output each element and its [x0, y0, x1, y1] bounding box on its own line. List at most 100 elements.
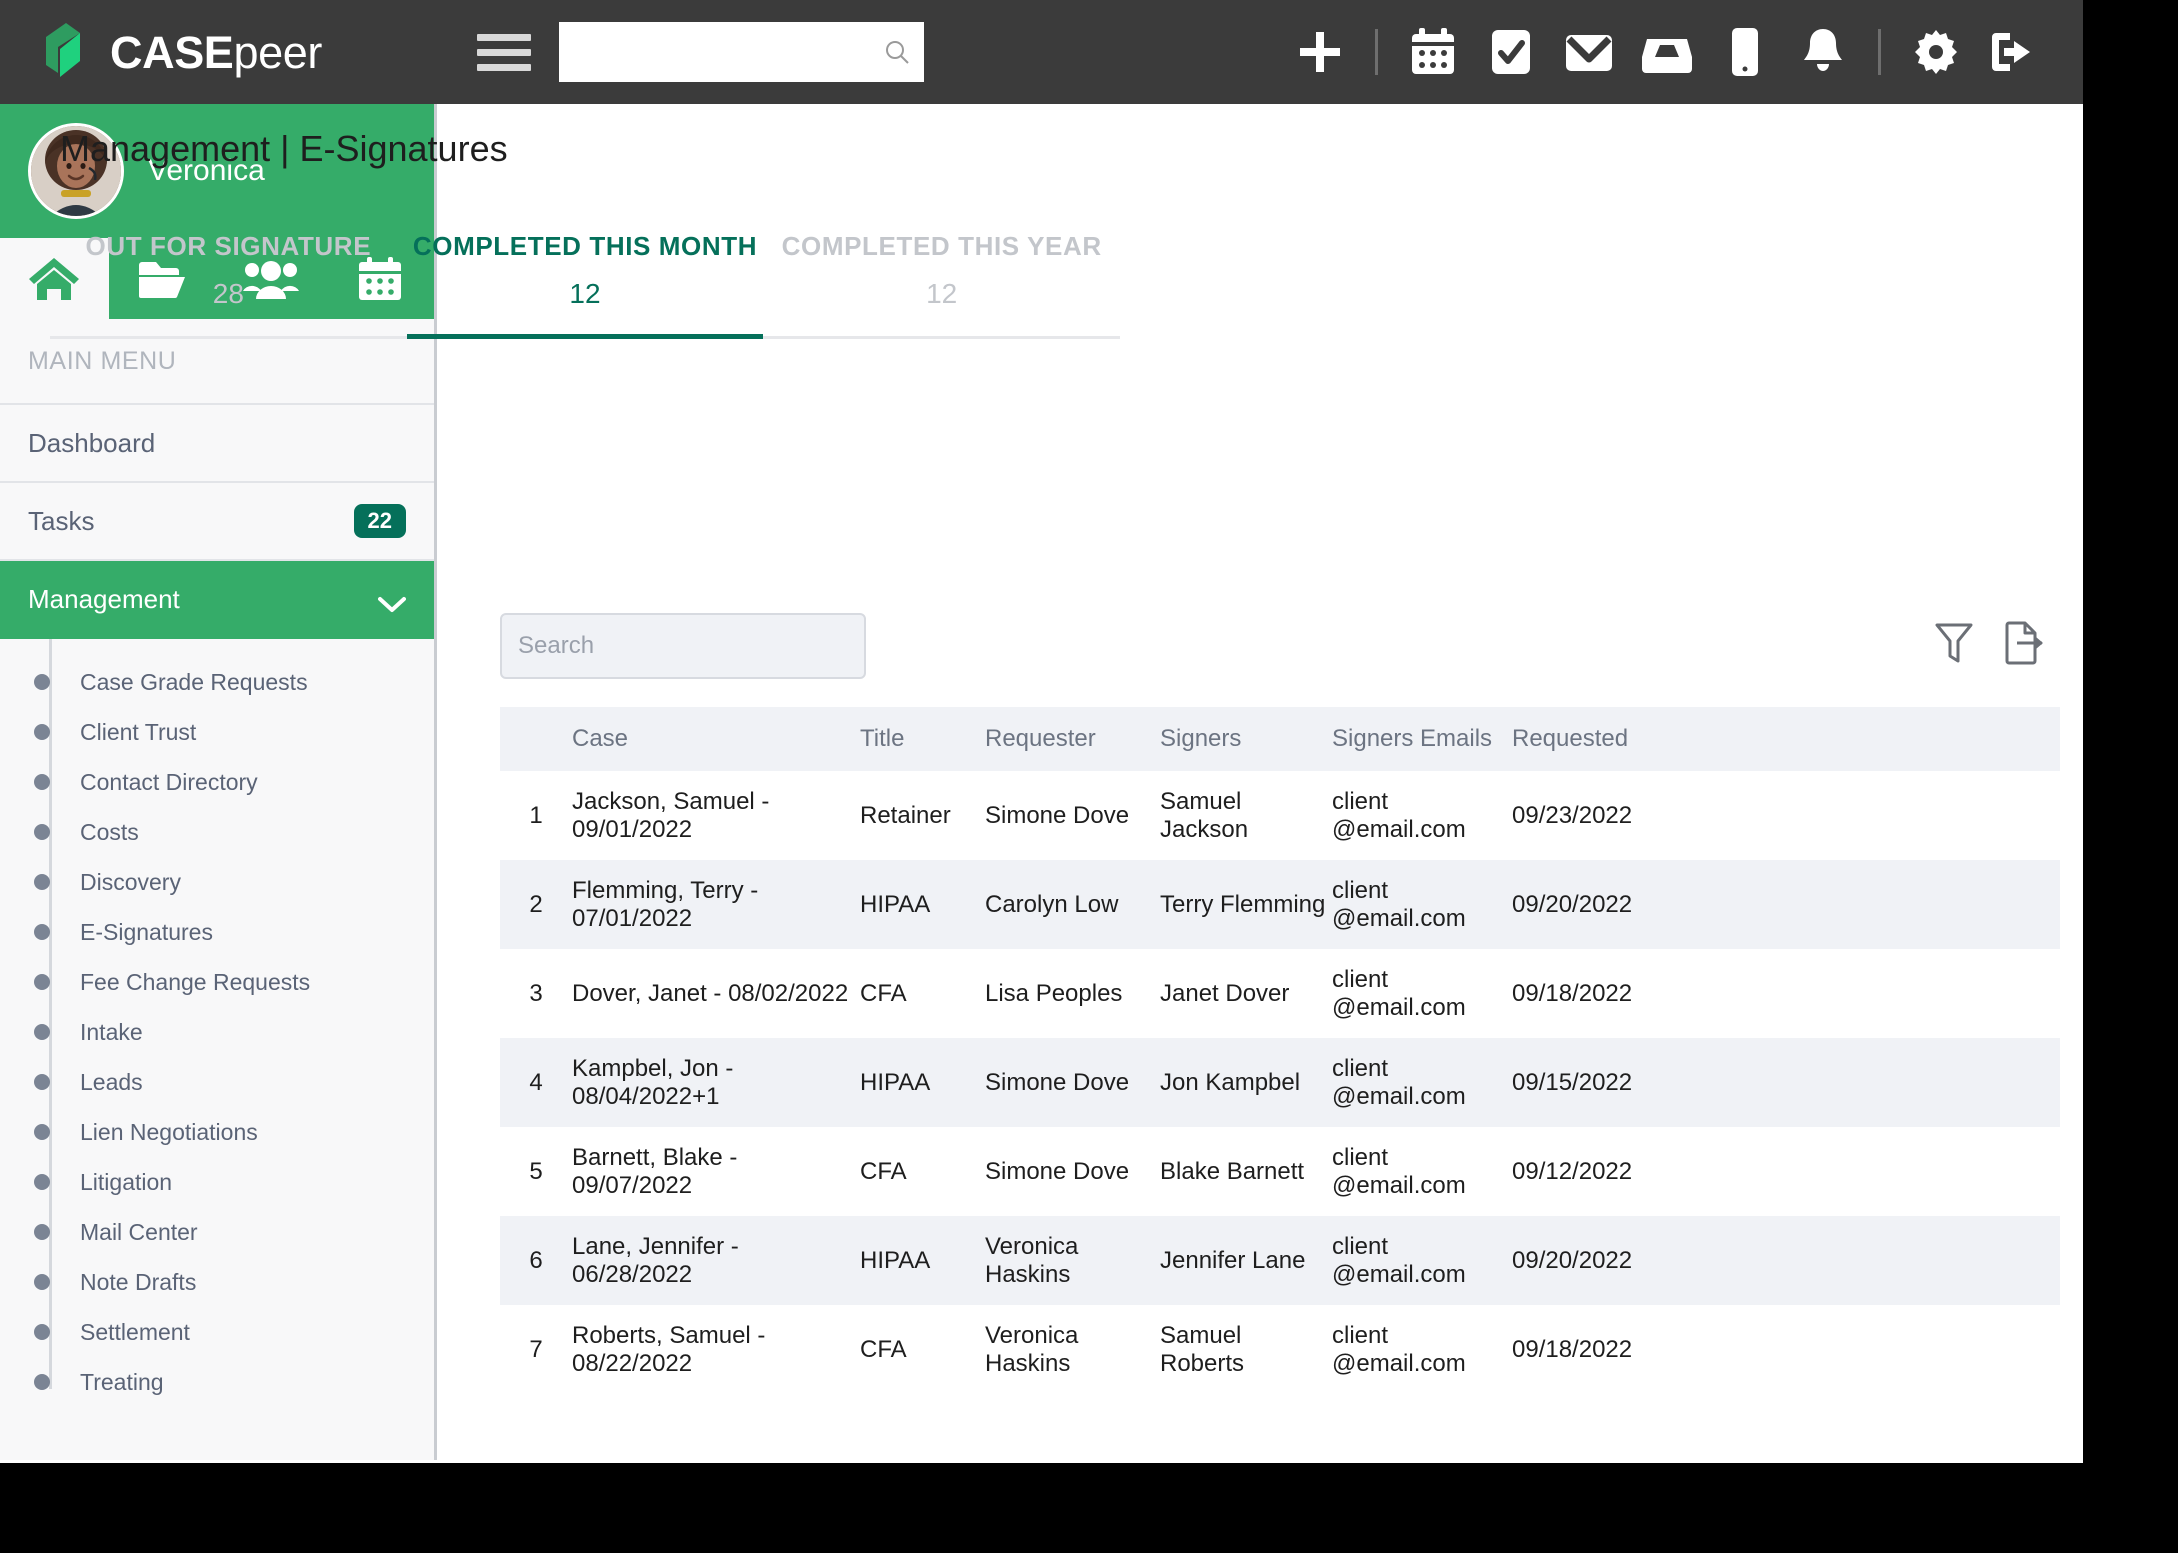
tab-count: 28: [212, 278, 244, 309]
tab-out-for-signature[interactable]: OUT FOR SIGNATURE 28: [50, 215, 407, 336]
global-search[interactable]: [559, 22, 924, 82]
bullet-icon: [34, 1274, 50, 1290]
cell-emails: client @email.com: [1332, 787, 1466, 843]
cell-emails: client @email.com: [1332, 1321, 1466, 1377]
inbox-icon[interactable]: [1628, 13, 1706, 91]
sidebar-subitem-label: Intake: [80, 1018, 143, 1045]
cell-emails: client @email.com: [1332, 965, 1466, 1021]
cell-emails: client @email.com: [1332, 1143, 1466, 1199]
menu-toggle-icon[interactable]: [477, 32, 531, 72]
mail-icon[interactable]: [1550, 13, 1628, 91]
cell-case: Roberts, Samuel - 08/22/2022: [572, 1321, 766, 1377]
sidebar-item-label: Management: [28, 583, 180, 614]
sidebar-subitem-treating[interactable]: Treating: [0, 1357, 434, 1407]
sidebar-subitem-litigation[interactable]: Litigation: [0, 1157, 434, 1207]
settings-icon[interactable]: [1897, 13, 1975, 91]
cell-case: Barnett, Blake - 09/07/2022: [572, 1143, 738, 1199]
cell-requester: Veronica Haskins: [985, 1232, 1079, 1288]
sidebar-subitem-label: Discovery: [80, 868, 181, 895]
hamburger-bar: [477, 33, 531, 41]
bullet-icon: [34, 1374, 50, 1390]
toolbar-icon-group: [1932, 619, 2046, 667]
sidebar-subitem-contact-directory[interactable]: Contact Directory: [0, 757, 434, 807]
column-header-requester: Requester: [985, 725, 1096, 752]
sidebar-subitem-label: Note Drafts: [80, 1268, 197, 1295]
cell-requester: Veronica Haskins: [985, 1321, 1079, 1377]
sidebar-subitem-label: E-Signatures: [80, 918, 213, 945]
table-row[interactable]: 6 Lane, Jennifer - 06/28/2022 HIPAA Vero…: [500, 1216, 2060, 1305]
sidebar-subitem-fee-change-requests[interactable]: Fee Change Requests: [0, 957, 434, 1007]
sidebar-subitem-mail-center[interactable]: Mail Center: [0, 1207, 434, 1257]
sidebar-subitem-leads[interactable]: Leads: [0, 1057, 434, 1107]
cell-signers: Jennifer Lane: [1160, 1246, 1306, 1274]
table-row[interactable]: 3 Dover, Janet - 08/02/2022 CFA Lisa Peo…: [500, 949, 2060, 1038]
cell-case: Flemming, Terry - 07/01/2022: [572, 876, 759, 932]
sidebar-item-management[interactable]: Management: [0, 561, 434, 639]
sidebar-subitem-discovery[interactable]: Discovery: [0, 857, 434, 907]
sidebar-item-tasks[interactable]: Tasks 22: [0, 483, 434, 561]
cell-requested: 09/20/2022: [1512, 890, 1633, 918]
cell-index: 2: [529, 890, 543, 918]
bullet-icon: [34, 1174, 50, 1190]
search-input[interactable]: [502, 615, 864, 677]
brand-logo-area[interactable]: CASEpeer: [0, 0, 437, 104]
bullet-icon: [34, 924, 50, 940]
cell-requester: Carolyn Low: [985, 890, 1119, 918]
sidebar-subitem-label: Lien Negotiations: [80, 1118, 258, 1145]
table-row[interactable]: 5 Barnett, Blake - 09/07/2022 CFA Simone…: [500, 1127, 2060, 1216]
bullet-icon: [34, 774, 50, 790]
filter-icon[interactable]: [1932, 619, 1976, 667]
brand-name: CASEpeer: [110, 30, 322, 75]
cell-requested: 09/12/2022: [1512, 1157, 1633, 1185]
sidebar-subitem-settlement[interactable]: Settlement: [0, 1307, 434, 1357]
sidebar-subitem-label: Settlement: [80, 1318, 190, 1345]
brand-name-bold: CASE: [110, 26, 234, 78]
logout-icon[interactable]: [1975, 13, 2053, 91]
management-submenu: Case Grade Requests Client Trust Contact…: [0, 639, 434, 1407]
sidebar-subitem-e-signatures[interactable]: E-Signatures: [0, 907, 434, 957]
tab-completed-this-year[interactable]: COMPLETED THIS YEAR 12: [763, 215, 1120, 336]
search-box[interactable]: [500, 613, 866, 679]
cell-index: 3: [529, 979, 543, 1007]
cell-requested: 09/23/2022: [1512, 801, 1633, 829]
column-header-signers: Signers: [1160, 725, 1242, 752]
tab-label: OUT FOR SIGNATURE: [85, 231, 372, 261]
search-icon: [884, 39, 910, 65]
bullet-icon: [34, 1324, 50, 1340]
calendar-icon[interactable]: [1394, 13, 1472, 91]
esignatures-table: Case Title Requester Signers Signers Ema…: [500, 707, 2060, 1394]
table-row[interactable]: 1 Jackson, Samuel - 09/01/2022 Retainer …: [500, 771, 2060, 860]
status-tabs: OUT FOR SIGNATURE 28 COMPLETED THIS MONT…: [50, 215, 1120, 339]
top-nav-icon-group: [1281, 0, 2053, 104]
mobile-icon[interactable]: [1706, 13, 1784, 91]
export-icon[interactable]: [2002, 619, 2046, 667]
sidebar-subitem-label: Costs: [80, 818, 139, 845]
bullet-icon: [34, 824, 50, 840]
tab-count: 12: [926, 278, 958, 309]
tasks-icon[interactable]: [1472, 13, 1550, 91]
sidebar-subitem-intake[interactable]: Intake: [0, 1007, 434, 1057]
notifications-icon[interactable]: [1784, 13, 1862, 91]
cell-title: Retainer: [860, 801, 951, 829]
tab-completed-this-month[interactable]: COMPLETED THIS MONTH 12: [406, 215, 764, 339]
tasks-count-badge: 22: [353, 504, 406, 538]
add-icon[interactable]: [1281, 13, 1359, 91]
sidebar-subitem-client-trust[interactable]: Client Trust: [0, 707, 434, 757]
table-row[interactable]: 4 Kampbel, Jon - 08/04/2022+1 HIPAA Simo…: [500, 1038, 2060, 1127]
global-search-input[interactable]: [559, 22, 924, 82]
tab-label: COMPLETED THIS MONTH: [412, 231, 758, 261]
sidebar-subitem-lien-negotiations[interactable]: Lien Negotiations: [0, 1107, 434, 1157]
sidebar-subitem-note-drafts[interactable]: Note Drafts: [0, 1257, 434, 1307]
table-row[interactable]: 7 Roberts, Samuel - 08/22/2022 CFA Veron…: [500, 1305, 2060, 1394]
table-row[interactable]: 2 Flemming, Terry - 07/01/2022 HIPAA Car…: [500, 860, 2060, 949]
casepeer-logo-icon: [36, 21, 96, 83]
sidebar-subitem-case-grade-requests[interactable]: Case Grade Requests: [0, 657, 434, 707]
cell-requested: 09/18/2022: [1512, 1335, 1633, 1363]
cell-title: HIPAA: [860, 1068, 931, 1096]
app-window: CASEpeer Veronica MAIN MENU Dashboard Ta…: [0, 0, 2083, 1463]
sidebar-subitem-costs[interactable]: Costs: [0, 807, 434, 857]
column-header-signers-emails: Signers Emails: [1332, 725, 1493, 752]
sidebar-item-dashboard[interactable]: Dashboard: [0, 405, 434, 483]
sidebar-item-label: Tasks: [28, 505, 95, 536]
cell-emails: client @email.com: [1332, 876, 1466, 932]
